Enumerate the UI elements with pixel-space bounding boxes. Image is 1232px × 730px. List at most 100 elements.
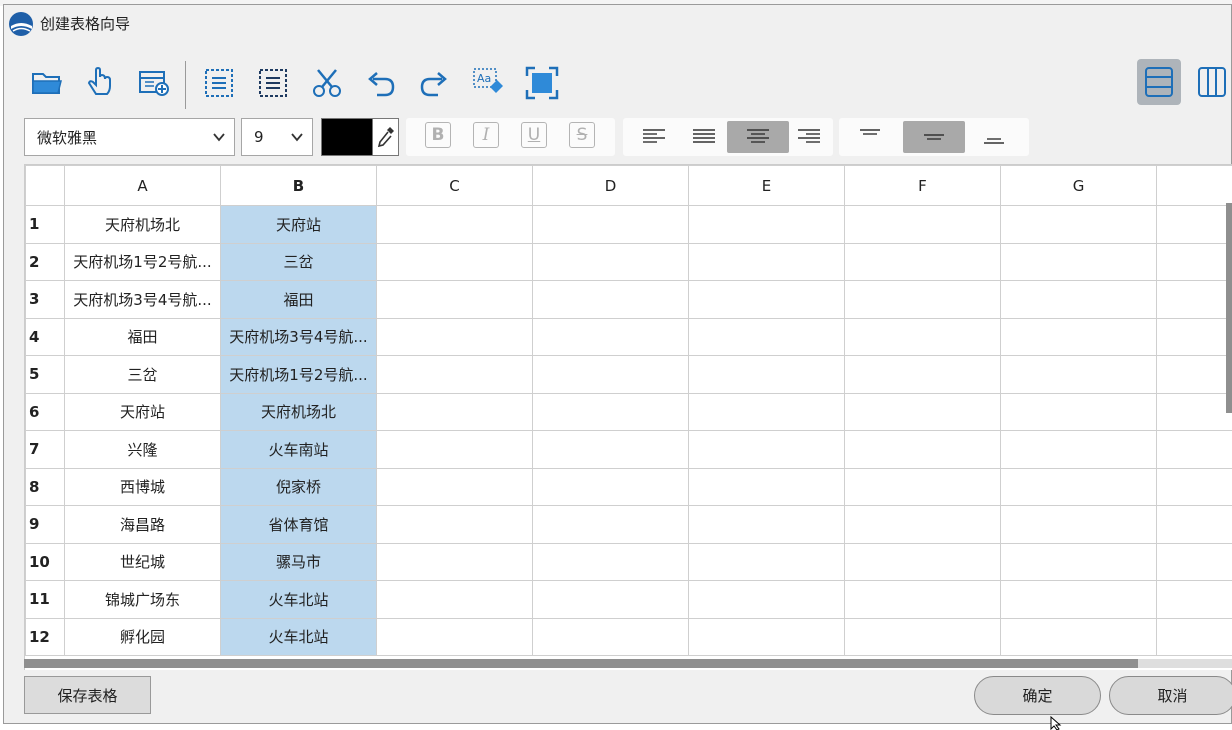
- cell-g[interactable]: [1000, 317, 1157, 356]
- insert-table-icon[interactable]: [134, 63, 174, 103]
- cell-d[interactable]: [532, 505, 689, 544]
- cell-e[interactable]: [688, 355, 845, 394]
- cell-c[interactable]: [376, 467, 533, 506]
- bold-button[interactable]: B: [425, 122, 451, 148]
- column-header-b[interactable]: B: [220, 165, 377, 206]
- cell-a[interactable]: 海昌路: [64, 505, 221, 544]
- column-header-d[interactable]: D: [532, 165, 689, 206]
- cell-b[interactable]: 天府机场1号2号航...: [220, 355, 377, 394]
- column-header-f[interactable]: F: [844, 165, 1001, 206]
- cell-g[interactable]: [1000, 242, 1157, 281]
- cell-f[interactable]: [844, 430, 1001, 469]
- text-color-swatch[interactable]: [321, 118, 373, 156]
- cell-f[interactable]: [844, 617, 1001, 656]
- fit-frame-icon[interactable]: [522, 63, 562, 103]
- italic-button[interactable]: I: [473, 122, 499, 148]
- cell-c[interactable]: [376, 542, 533, 581]
- cell-c[interactable]: [376, 430, 533, 469]
- cell-c[interactable]: [376, 580, 533, 619]
- cell-b[interactable]: 天府站: [220, 205, 377, 244]
- row-number[interactable]: 8: [25, 467, 65, 506]
- row-number[interactable]: 7: [25, 430, 65, 469]
- align-right-icon[interactable]: [778, 121, 840, 153]
- cell-b[interactable]: 倪家桥: [220, 467, 377, 506]
- title-bar[interactable]: 创建表格向导: [4, 5, 1231, 42]
- cell-h[interactable]: [1156, 617, 1232, 656]
- cell-c[interactable]: [376, 617, 533, 656]
- corner-cell[interactable]: [25, 165, 65, 206]
- cell-e[interactable]: [688, 467, 845, 506]
- cell-a[interactable]: 锦城广场东: [64, 580, 221, 619]
- row-number[interactable]: 12: [25, 617, 65, 656]
- row-number[interactable]: 1: [25, 205, 65, 244]
- cell-a[interactable]: 西博城: [64, 467, 221, 506]
- font-family-select[interactable]: 微软雅黑: [24, 118, 235, 156]
- undo-icon[interactable]: [361, 63, 401, 103]
- cell-e[interactable]: [688, 280, 845, 319]
- cell-b[interactable]: 三岔: [220, 242, 377, 281]
- cell-a[interactable]: 三岔: [64, 355, 221, 394]
- cell-b[interactable]: 骡马市: [220, 542, 377, 581]
- cell-f[interactable]: [844, 580, 1001, 619]
- cell-d[interactable]: [532, 542, 689, 581]
- paste-doc-icon[interactable]: [253, 63, 293, 103]
- cell-g[interactable]: [1000, 392, 1157, 431]
- cell-h[interactable]: [1156, 542, 1232, 581]
- horizontal-scrollbar[interactable]: [24, 659, 1232, 668]
- font-size-select[interactable]: 9: [241, 118, 313, 156]
- cell-b[interactable]: 福田: [220, 280, 377, 319]
- row-number[interactable]: 3: [25, 280, 65, 319]
- cell-f[interactable]: [844, 205, 1001, 244]
- vertical-scrollbar-thumb[interactable]: [1226, 203, 1232, 413]
- cell-d[interactable]: [532, 242, 689, 281]
- strikethrough-button[interactable]: S: [569, 122, 595, 148]
- horizontal-scrollbar-thumb[interactable]: [24, 659, 1138, 668]
- row-number[interactable]: 2: [25, 242, 65, 281]
- align-middle-icon[interactable]: [903, 121, 965, 153]
- cell-h[interactable]: [1156, 467, 1232, 506]
- cell-e[interactable]: [688, 242, 845, 281]
- cell-d[interactable]: [532, 355, 689, 394]
- row-number[interactable]: 10: [25, 542, 65, 581]
- cell-a[interactable]: 兴隆: [64, 430, 221, 469]
- cell-f[interactable]: [844, 242, 1001, 281]
- cell-c[interactable]: [376, 317, 533, 356]
- column-header-e[interactable]: E: [688, 165, 845, 206]
- cell-c[interactable]: [376, 392, 533, 431]
- cell-g[interactable]: [1000, 205, 1157, 244]
- ok-button[interactable]: 确定: [974, 676, 1101, 715]
- font-format-icon[interactable]: Aa: [468, 63, 508, 103]
- cell-e[interactable]: [688, 580, 845, 619]
- cell-e[interactable]: [688, 617, 845, 656]
- cell-f[interactable]: [844, 392, 1001, 431]
- row-number[interactable]: 11: [25, 580, 65, 619]
- cell-e[interactable]: [688, 542, 845, 581]
- cell-f[interactable]: [844, 317, 1001, 356]
- row-number[interactable]: 9: [25, 505, 65, 544]
- cell-a[interactable]: 世纪城: [64, 542, 221, 581]
- save-table-button[interactable]: 保存表格: [24, 676, 151, 714]
- cell-g[interactable]: [1000, 505, 1157, 544]
- folder-open-icon[interactable]: [27, 63, 67, 103]
- cell-b[interactable]: 省体育馆: [220, 505, 377, 544]
- cell-d[interactable]: [532, 392, 689, 431]
- cell-b[interactable]: 火车北站: [220, 617, 377, 656]
- row-number[interactable]: 6: [25, 392, 65, 431]
- cell-c[interactable]: [376, 205, 533, 244]
- cell-f[interactable]: [844, 542, 1001, 581]
- cell-e[interactable]: [688, 392, 845, 431]
- row-number[interactable]: 5: [25, 355, 65, 394]
- cell-a[interactable]: 天府站: [64, 392, 221, 431]
- underline-button[interactable]: U: [521, 122, 547, 148]
- cell-d[interactable]: [532, 467, 689, 506]
- column-header-c[interactable]: C: [376, 165, 533, 206]
- column-header-h[interactable]: [1156, 165, 1232, 206]
- align-top-icon[interactable]: [839, 121, 901, 153]
- cell-b[interactable]: 天府机场北: [220, 392, 377, 431]
- cell-d[interactable]: [532, 205, 689, 244]
- cell-g[interactable]: [1000, 280, 1157, 319]
- cell-d[interactable]: [532, 580, 689, 619]
- cell-g[interactable]: [1000, 542, 1157, 581]
- cell-c[interactable]: [376, 505, 533, 544]
- cell-h[interactable]: [1156, 242, 1232, 281]
